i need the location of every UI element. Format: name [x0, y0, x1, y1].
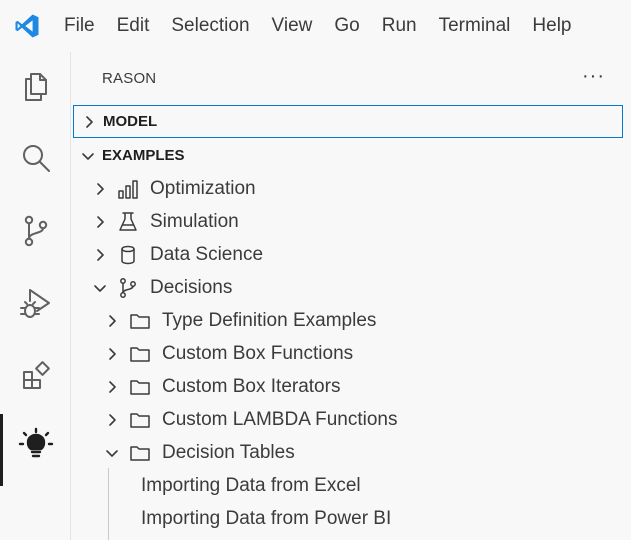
chevron-right-icon: [82, 115, 96, 129]
tree-item-label: Importing Data from Power BI: [141, 507, 392, 529]
activity-run-debug[interactable]: [0, 273, 71, 339]
tree-item-importing-data-from-excel[interactable]: Importing Data from Excel: [72, 469, 631, 502]
section-model[interactable]: MODEL: [73, 105, 623, 138]
chevron-right-icon: [105, 413, 119, 427]
folder-icon: [129, 442, 151, 464]
tree-item-data-science[interactable]: Data Science: [72, 238, 631, 271]
database-icon: [117, 244, 139, 266]
tree-item-importing-data-from-power-bi[interactable]: Importing Data from Power BI: [72, 502, 631, 535]
tree-item-label: Decisions: [150, 276, 233, 298]
activity-rason[interactable]: [0, 414, 71, 486]
flask-icon: [117, 211, 139, 233]
tree-item-optimization[interactable]: Optimization: [72, 172, 631, 205]
tree-item-custom-box-functions[interactable]: Custom Box Functions: [72, 337, 631, 370]
tree-item-label: Importing Data from Excel: [141, 474, 361, 496]
title-bar: File Edit Selection View Go Run Terminal…: [0, 0, 631, 52]
section-label: EXAMPLES: [102, 147, 185, 164]
tree-item-label: Custom LAMBDA Functions: [162, 408, 398, 430]
tree-item-label: Custom Box Functions: [162, 342, 354, 364]
run-debug-icon: [18, 286, 54, 327]
tree-item-simulation[interactable]: Simulation: [72, 205, 631, 238]
tree-item-decisions[interactable]: Decisions: [72, 271, 631, 304]
tree-item-type-definition-examples[interactable]: Type Definition Examples: [72, 304, 631, 337]
menu-selection[interactable]: Selection: [160, 0, 260, 52]
sidebar-header: RASON ···: [72, 52, 631, 104]
menu-view[interactable]: View: [261, 0, 324, 52]
tree-item-custom-box-iterators[interactable]: Custom Box Iterators: [72, 370, 631, 403]
section-label: MODEL: [103, 113, 158, 130]
vscode-logo-icon: [0, 0, 54, 52]
activity-extensions[interactable]: [0, 345, 71, 411]
sidebar-title: RASON: [102, 69, 157, 87]
tree-item-label: Data Science: [150, 243, 264, 265]
menu-help[interactable]: Help: [521, 0, 582, 52]
more-actions-icon[interactable]: ···: [582, 66, 605, 86]
chevron-right-icon: [93, 248, 107, 262]
chevron-down-icon: [105, 446, 119, 460]
chevron-down-icon: [93, 281, 107, 295]
tree-item-custom-lambda-functions[interactable]: Custom LAMBDA Functions: [72, 403, 631, 436]
menu-terminal[interactable]: Terminal: [428, 0, 522, 52]
folder-icon: [129, 310, 151, 332]
activity-explorer[interactable]: [0, 56, 71, 122]
menu-go[interactable]: Go: [323, 0, 370, 52]
activity-source-control[interactable]: [0, 200, 71, 266]
source-control-icon: [19, 214, 53, 253]
extensions-icon: [19, 359, 53, 398]
menu-edit[interactable]: Edit: [106, 0, 161, 52]
activity-bar: [0, 52, 71, 540]
chevron-right-icon: [105, 347, 119, 361]
chevron-right-icon: [105, 314, 119, 328]
bar-chart-icon: [117, 178, 139, 200]
folder-icon: [129, 343, 151, 365]
search-icon: [19, 141, 53, 180]
chevron-right-icon: [105, 380, 119, 394]
folder-icon: [129, 376, 151, 398]
files-icon: [19, 70, 53, 109]
section-examples[interactable]: EXAMPLES: [72, 139, 631, 172]
tree-item-label: Custom Box Iterators: [162, 375, 341, 397]
menu-run[interactable]: Run: [371, 0, 428, 52]
tree-item-label: Decision Tables: [162, 441, 295, 463]
chevron-right-icon: [93, 182, 107, 196]
activity-search[interactable]: [0, 127, 71, 193]
tree-item-label: Type Definition Examples: [162, 309, 377, 331]
lightbulb-icon: [18, 427, 54, 468]
tree-item-decision-tables[interactable]: Decision Tables: [72, 436, 631, 469]
menu-file[interactable]: File: [54, 0, 106, 52]
tree-item-label: Simulation: [150, 210, 239, 232]
folder-icon: [129, 409, 151, 431]
branch-icon: [117, 277, 139, 299]
chevron-right-icon: [93, 215, 107, 229]
menu-bar: File Edit Selection View Go Run Terminal…: [54, 0, 583, 52]
sidebar: RASON ··· MODEL EXAMPLES Optimization Si…: [72, 52, 631, 540]
chevron-down-icon: [81, 149, 95, 163]
tree-item-label: Optimization: [150, 177, 256, 199]
